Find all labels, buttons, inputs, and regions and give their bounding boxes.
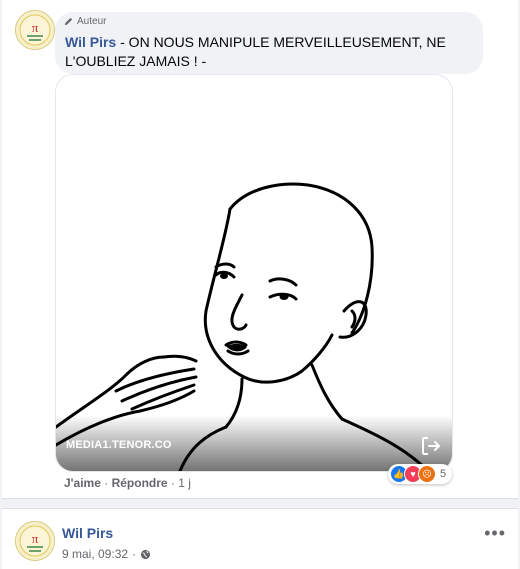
gif-source-label: MEDIA1.TENOR.CO <box>66 439 172 451</box>
gif-attachment[interactable]: MEDIA1.TENOR.CO <box>55 74 453 472</box>
comment-timestamp[interactable]: 1 j <box>178 476 191 490</box>
pencil-icon <box>64 17 73 26</box>
comment-card: π Auteur Wil Pirs - ON NOUS MANIPULE MER… <box>2 0 518 499</box>
svg-text:π: π <box>32 20 39 35</box>
comment-body: - ON NOUS MANIPULE MERVEILLEUSEMENT, NE … <box>65 34 446 69</box>
reaction-count: 5 <box>440 468 447 480</box>
badge-label: Auteur <box>77 16 107 27</box>
post-date[interactable]: 9 mai, 09:32 <box>62 547 128 561</box>
reactions-summary[interactable]: 👍 ♥ ☹ 5 <box>388 464 453 484</box>
like-button[interactable]: J'aime <box>64 476 101 490</box>
comment-text: Wil Pirs - ON NOUS MANIPULE MERVEILLEUSE… <box>65 33 465 71</box>
post-card: π Wil Pirs 9 mai, 09:32 · ••• <box>2 508 518 569</box>
avatar[interactable]: π <box>15 10 55 50</box>
author-badge: Auteur <box>63 16 106 27</box>
globe-icon[interactable] <box>140 549 151 560</box>
open-external-icon[interactable] <box>420 435 442 457</box>
separator: · <box>132 547 137 561</box>
angry-icon: ☹ <box>418 465 436 483</box>
svg-text:π: π <box>32 531 39 546</box>
comment-bubble: Auteur Wil Pirs - ON NOUS MANIPULE MERVE… <box>55 12 483 74</box>
separator: · <box>104 476 109 490</box>
more-options-icon[interactable]: ••• <box>484 523 506 544</box>
separator: · <box>170 476 175 490</box>
post-meta: 9 mai, 09:32 · <box>62 547 151 561</box>
reply-button[interactable]: Répondre <box>112 476 168 490</box>
avatar[interactable]: π <box>15 521 55 561</box>
gif-image <box>56 182 430 471</box>
comment-author-link[interactable]: Wil Pirs <box>65 34 116 50</box>
comment-actions: J'aime · Répondre · 1 j <box>64 476 191 490</box>
post-author-link[interactable]: Wil Pirs <box>62 525 113 541</box>
